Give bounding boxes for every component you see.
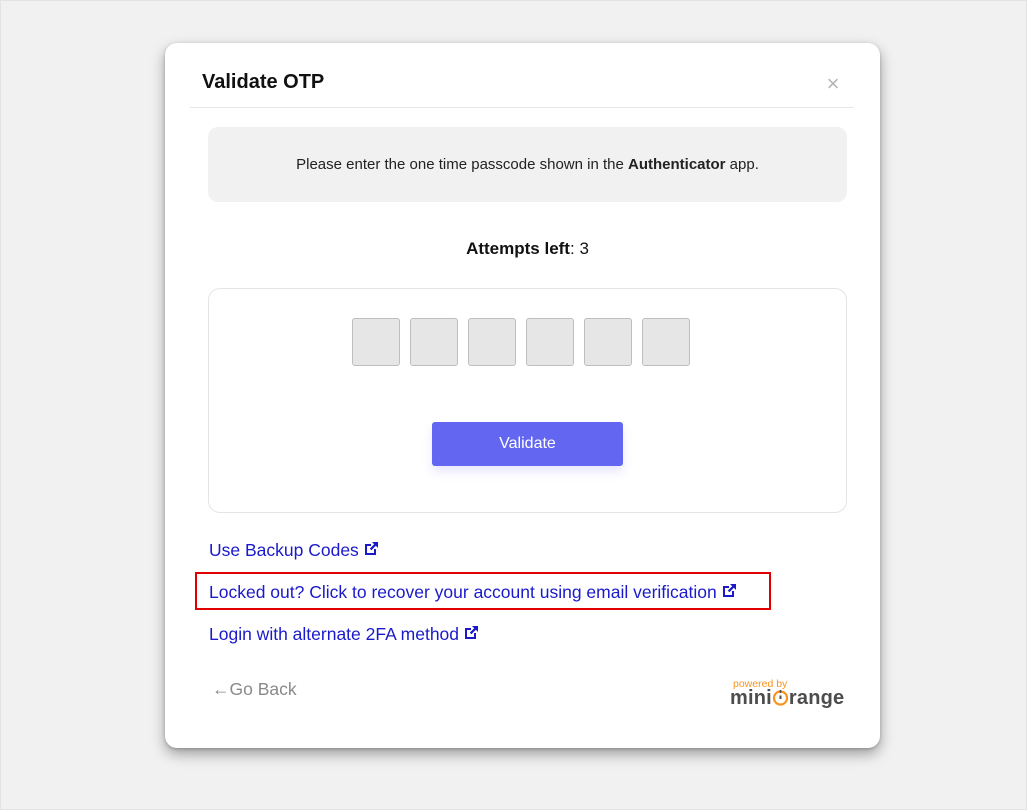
recover-account-link[interactable]: Locked out? Click to recover your accoun… [209, 582, 737, 603]
attempts-label: Attempts left [466, 239, 570, 258]
go-back-link[interactable]: ←Go Back [212, 679, 297, 700]
orange-logo-icon [772, 690, 789, 706]
otp-input-group [352, 318, 690, 366]
alternate-2fa-label: Login with alternate 2FA method [209, 624, 460, 644]
otp-digit-5[interactable] [584, 318, 632, 366]
modal-title: Validate OTP [202, 71, 325, 93]
instruction-text-start: Please enter the one time passcode shown… [296, 156, 628, 173]
external-link-icon [722, 584, 736, 597]
validate-otp-modal: Validate OTP × Please enter the one time… [165, 43, 880, 748]
otp-card: Validate [208, 288, 847, 513]
otp-digit-1[interactable] [352, 318, 400, 366]
use-backup-codes-link[interactable]: Use Backup Codes [209, 540, 379, 561]
otp-digit-6[interactable] [642, 318, 690, 366]
instruction-text-end: app. [725, 156, 759, 173]
brand-prefix: mini [730, 687, 772, 709]
authenticator-app-name: Authenticator [628, 156, 726, 173]
attempts-count: 3 [579, 239, 589, 258]
otp-digit-4[interactable] [526, 318, 574, 366]
otp-digit-2[interactable] [410, 318, 458, 366]
external-link-icon [364, 542, 378, 555]
go-back-label: Go Back [229, 679, 297, 699]
brand-name: mini range [730, 687, 844, 710]
instruction-box: Please enter the one time passcode shown… [208, 127, 847, 202]
external-link-icon [465, 626, 479, 639]
validate-button[interactable]: Validate [432, 422, 623, 466]
use-backup-codes-label: Use Backup Codes [209, 540, 359, 560]
miniorange-logo: powered by mini range [730, 678, 845, 714]
otp-digit-3[interactable] [468, 318, 516, 366]
close-icon[interactable]: × [824, 73, 842, 95]
modal-header: Validate OTP × [190, 43, 854, 108]
recover-account-label: Locked out? Click to recover your accoun… [209, 582, 717, 602]
attempts-left: Attempts left: 3 [165, 239, 890, 259]
back-arrow-icon: ← [212, 679, 230, 699]
alternate-2fa-link[interactable]: Login with alternate 2FA method [209, 624, 479, 645]
brand-suffix: range [788, 687, 845, 709]
